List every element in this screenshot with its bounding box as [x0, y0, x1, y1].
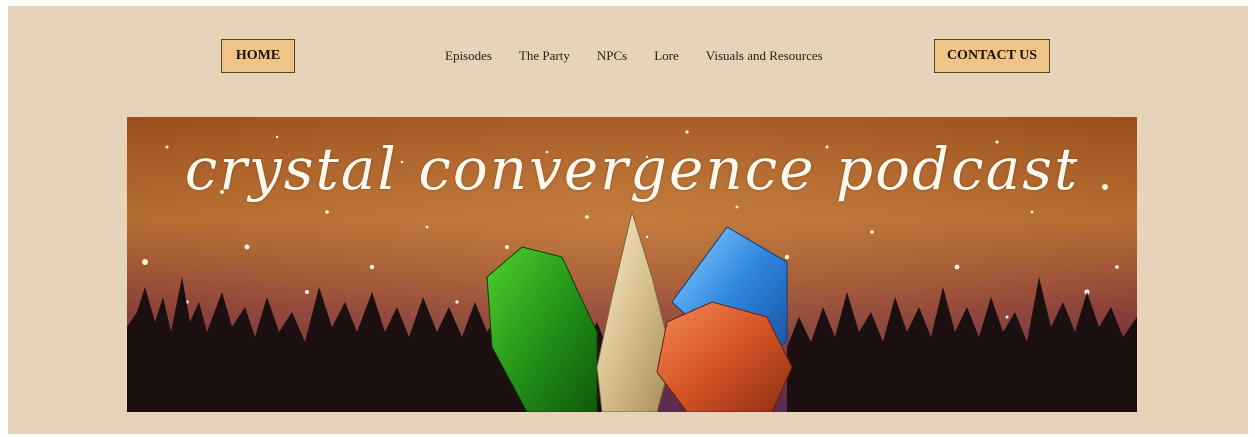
nav-link-npcs[interactable]: NPCs	[597, 48, 627, 64]
banner-title: crystal convergence podcast	[184, 135, 1080, 203]
hero-banner: crystal convergence podcast	[127, 117, 1137, 412]
main-nav: Episodes The Party NPCs Lore Visuals and…	[445, 48, 823, 64]
contact-us-button[interactable]: CONTACT US	[934, 39, 1050, 73]
nav-link-visuals-and-resources[interactable]: Visuals and Resources	[706, 48, 823, 64]
nav-link-episodes[interactable]: Episodes	[445, 48, 492, 64]
nav-link-lore[interactable]: Lore	[654, 48, 679, 64]
nav-link-the-party[interactable]: The Party	[519, 48, 570, 64]
home-button[interactable]: HOME	[221, 39, 295, 73]
page-background: HOME Episodes The Party NPCs Lore Visual…	[8, 6, 1248, 434]
